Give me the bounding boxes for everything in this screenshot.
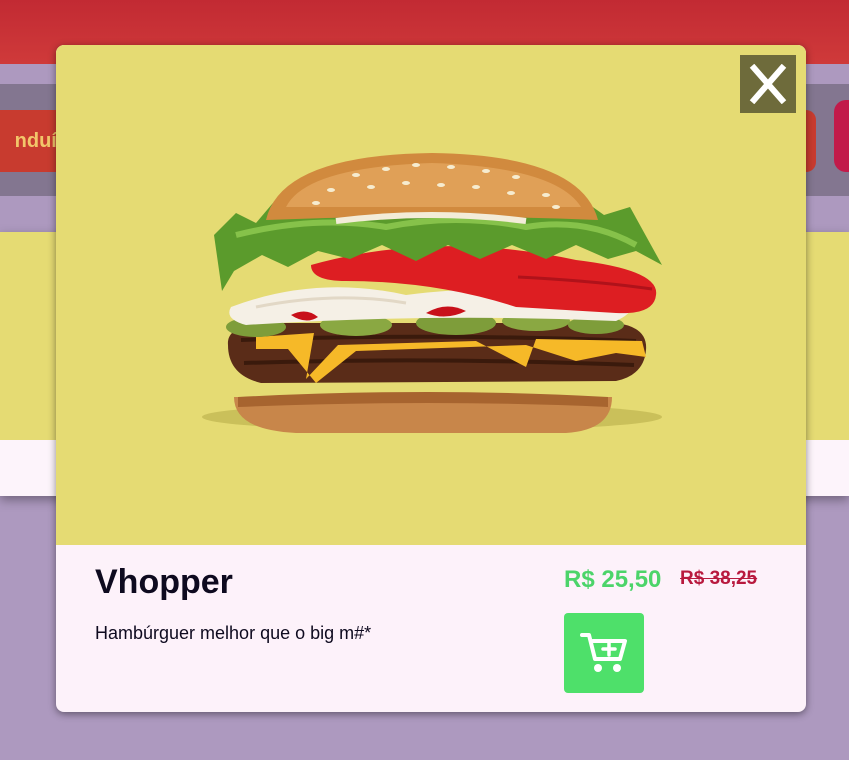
burger-image — [202, 153, 662, 433]
cart-plus-icon — [580, 633, 627, 672]
product-price: R$ 25,50 — [564, 566, 662, 593]
add-to-cart-button[interactable] — [564, 613, 644, 693]
product-old-price: R$ 38,25 — [680, 568, 758, 589]
product-image-area — [56, 45, 806, 545]
product-name: Vhopper — [95, 563, 233, 601]
close-button[interactable] — [740, 55, 796, 113]
product-modal: Vhopper Hambúrguer melhor que o big m#* … — [56, 45, 806, 712]
close-icon — [749, 64, 787, 104]
product-description: Hambúrguer melhor que o big m#* — [95, 623, 372, 643]
category-tab-far-right[interactable] — [834, 100, 849, 172]
